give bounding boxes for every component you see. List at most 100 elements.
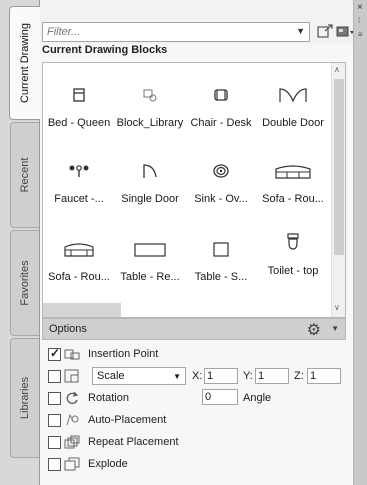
palette-caption bbox=[354, 461, 367, 481]
double-door-icon bbox=[279, 88, 307, 103]
block-item[interactable]: Sofa - Rou... bbox=[259, 163, 327, 243]
section-title: Current Drawing Blocks bbox=[42, 44, 168, 56]
blocks-palette: Current Drawing Recent Favorites Librari… bbox=[0, 0, 367, 485]
sofa-icon bbox=[64, 243, 94, 257]
sofa-icon bbox=[275, 165, 311, 179]
properties-icon[interactable]: ≡ bbox=[358, 30, 363, 39]
repeat-placement-checkbox[interactable] bbox=[48, 435, 61, 449]
tab-favorites-label: Favorites bbox=[19, 260, 31, 306]
block-item[interactable]: Faucet -... bbox=[45, 163, 113, 243]
chevron-down-icon[interactable]: ▼ bbox=[331, 324, 339, 333]
scale-x-label: X: bbox=[192, 370, 203, 382]
scale-row bbox=[48, 368, 80, 384]
gear-icon[interactable]: ⚙ bbox=[307, 320, 321, 340]
insertion-point-checkbox[interactable]: ✓ bbox=[48, 346, 61, 361]
square-table-icon bbox=[213, 242, 229, 257]
block-item[interactable]: Sink - Ov... bbox=[187, 163, 255, 243]
import-block-icon[interactable] bbox=[316, 24, 334, 40]
block-name: Sink - Ov... bbox=[194, 193, 248, 205]
rotation-checkbox[interactable] bbox=[48, 391, 61, 405]
explode-label: Explode bbox=[88, 458, 128, 470]
block-name: Single Door bbox=[121, 193, 179, 205]
grid-vertical-scrollbar[interactable]: ∧ ∨ bbox=[331, 63, 345, 317]
single-door-icon bbox=[143, 164, 157, 178]
tab-libraries[interactable]: Libraries bbox=[10, 338, 39, 458]
chair-icon bbox=[214, 89, 228, 101]
tab-current-drawing-label: Current Drawing bbox=[19, 22, 31, 104]
scale-x-input[interactable]: 1 bbox=[204, 368, 238, 384]
repeat-placement-icon bbox=[64, 435, 80, 449]
scroll-thumb[interactable] bbox=[334, 79, 344, 255]
block-item[interactable]: Bed - Queen bbox=[45, 87, 113, 167]
options-title: Options bbox=[49, 323, 87, 335]
filter-dropdown-icon[interactable]: ▼ bbox=[296, 26, 305, 36]
auto-placement-label: Auto-Placement bbox=[88, 414, 167, 426]
tab-strip: Current Drawing Recent Favorites Librari… bbox=[0, 0, 40, 485]
close-icon[interactable]: × bbox=[357, 2, 363, 13]
filter-combo[interactable]: ▼ bbox=[42, 22, 310, 42]
block-name: Sofa - Rou... bbox=[262, 193, 324, 205]
auto-placement-checkbox[interactable] bbox=[48, 413, 61, 427]
rotation-row: Rotation bbox=[48, 390, 129, 406]
scale-checkbox[interactable] bbox=[48, 369, 61, 383]
block-item[interactable]: Block_Library bbox=[116, 87, 184, 167]
block-library-icon bbox=[143, 89, 157, 102]
block-name: Sofa - Rou... bbox=[48, 271, 110, 283]
chevron-down-icon: ▼ bbox=[173, 372, 181, 381]
scale-dropdown[interactable]: Scale ▼ bbox=[92, 367, 186, 385]
insertion-point-row: ✓ Insertion Point bbox=[48, 346, 158, 362]
rotation-icon bbox=[66, 391, 79, 404]
block-name: Table - S... bbox=[194, 271, 248, 283]
block-name: Block_Library bbox=[116, 117, 184, 129]
block-name: Toilet - top bbox=[267, 265, 319, 277]
block-name: Bed - Queen bbox=[47, 117, 111, 129]
block-name: Chair - Desk bbox=[190, 117, 252, 129]
tab-current-drawing[interactable]: Current Drawing bbox=[9, 6, 40, 120]
explode-row: Explode bbox=[48, 456, 128, 472]
options-panel: ✓ Insertion Point Scale ▼ X: 1 Y: 1 Z: 1… bbox=[42, 340, 346, 480]
faucet-icon bbox=[69, 165, 89, 177]
scale-dropdown-value: Scale bbox=[97, 370, 125, 382]
block-item[interactable]: Single Door bbox=[116, 163, 184, 243]
block-item[interactable]: Table - S... bbox=[187, 241, 255, 317]
rotation-angle-input[interactable]: 0 bbox=[202, 389, 238, 405]
autohide-icon[interactable]: ⁞ bbox=[358, 16, 360, 25]
scroll-up-icon[interactable]: ∧ bbox=[334, 65, 340, 74]
grid-horizontal-scrollbar[interactable] bbox=[43, 303, 121, 317]
scale-z-label: Z: bbox=[294, 370, 304, 382]
scale-z-input[interactable]: 1 bbox=[307, 368, 341, 384]
filter-input[interactable] bbox=[43, 23, 283, 41]
options-header[interactable]: Options ⚙ ▼ bbox=[42, 318, 346, 340]
insertion-point-label: Insertion Point bbox=[88, 348, 159, 360]
palette-title-strip: × ⁞ ≡ bbox=[353, 0, 367, 485]
repeat-placement-label: Repeat Placement bbox=[88, 436, 179, 448]
explode-icon bbox=[64, 457, 80, 471]
repeat-placement-row: Repeat Placement bbox=[48, 434, 179, 450]
scale-icon bbox=[64, 369, 79, 383]
scroll-down-icon[interactable]: ∨ bbox=[334, 303, 340, 312]
palette-panel: ▼ Current Drawing Blocks Bed - Queen bbox=[39, 0, 354, 485]
auto-placement-row: Auto-Placement bbox=[48, 412, 166, 428]
block-item[interactable]: Chair - Desk bbox=[187, 87, 255, 167]
rotation-label: Rotation bbox=[88, 392, 129, 404]
toilet-icon bbox=[287, 233, 299, 250]
rect-table-icon bbox=[134, 243, 166, 257]
rotation-angle-label: Angle bbox=[243, 392, 272, 404]
explode-checkbox[interactable] bbox=[48, 457, 61, 471]
tab-recent-label: Recent bbox=[19, 157, 31, 193]
bed-icon bbox=[73, 88, 85, 102]
scale-y-input[interactable]: 1 bbox=[255, 368, 289, 384]
block-item[interactable]: Toilet - top bbox=[259, 233, 327, 313]
sink-icon bbox=[213, 164, 229, 178]
block-name: Double Door bbox=[262, 117, 324, 129]
auto-placement-icon bbox=[66, 413, 79, 426]
scale-y-label: Y: bbox=[243, 370, 253, 382]
block-name: Table - Re... bbox=[120, 271, 180, 283]
block-item[interactable]: Double Door bbox=[259, 87, 327, 167]
block-item[interactable]: Table - Re... bbox=[116, 241, 184, 317]
insertion-point-icon bbox=[64, 349, 80, 360]
blocks-grid[interactable]: Bed - Queen Block_Library Chair - Desk D… bbox=[42, 62, 346, 318]
block-name: Faucet -... bbox=[54, 193, 104, 205]
tab-recent[interactable]: Recent bbox=[10, 122, 39, 228]
tab-favorites[interactable]: Favorites bbox=[10, 230, 39, 336]
